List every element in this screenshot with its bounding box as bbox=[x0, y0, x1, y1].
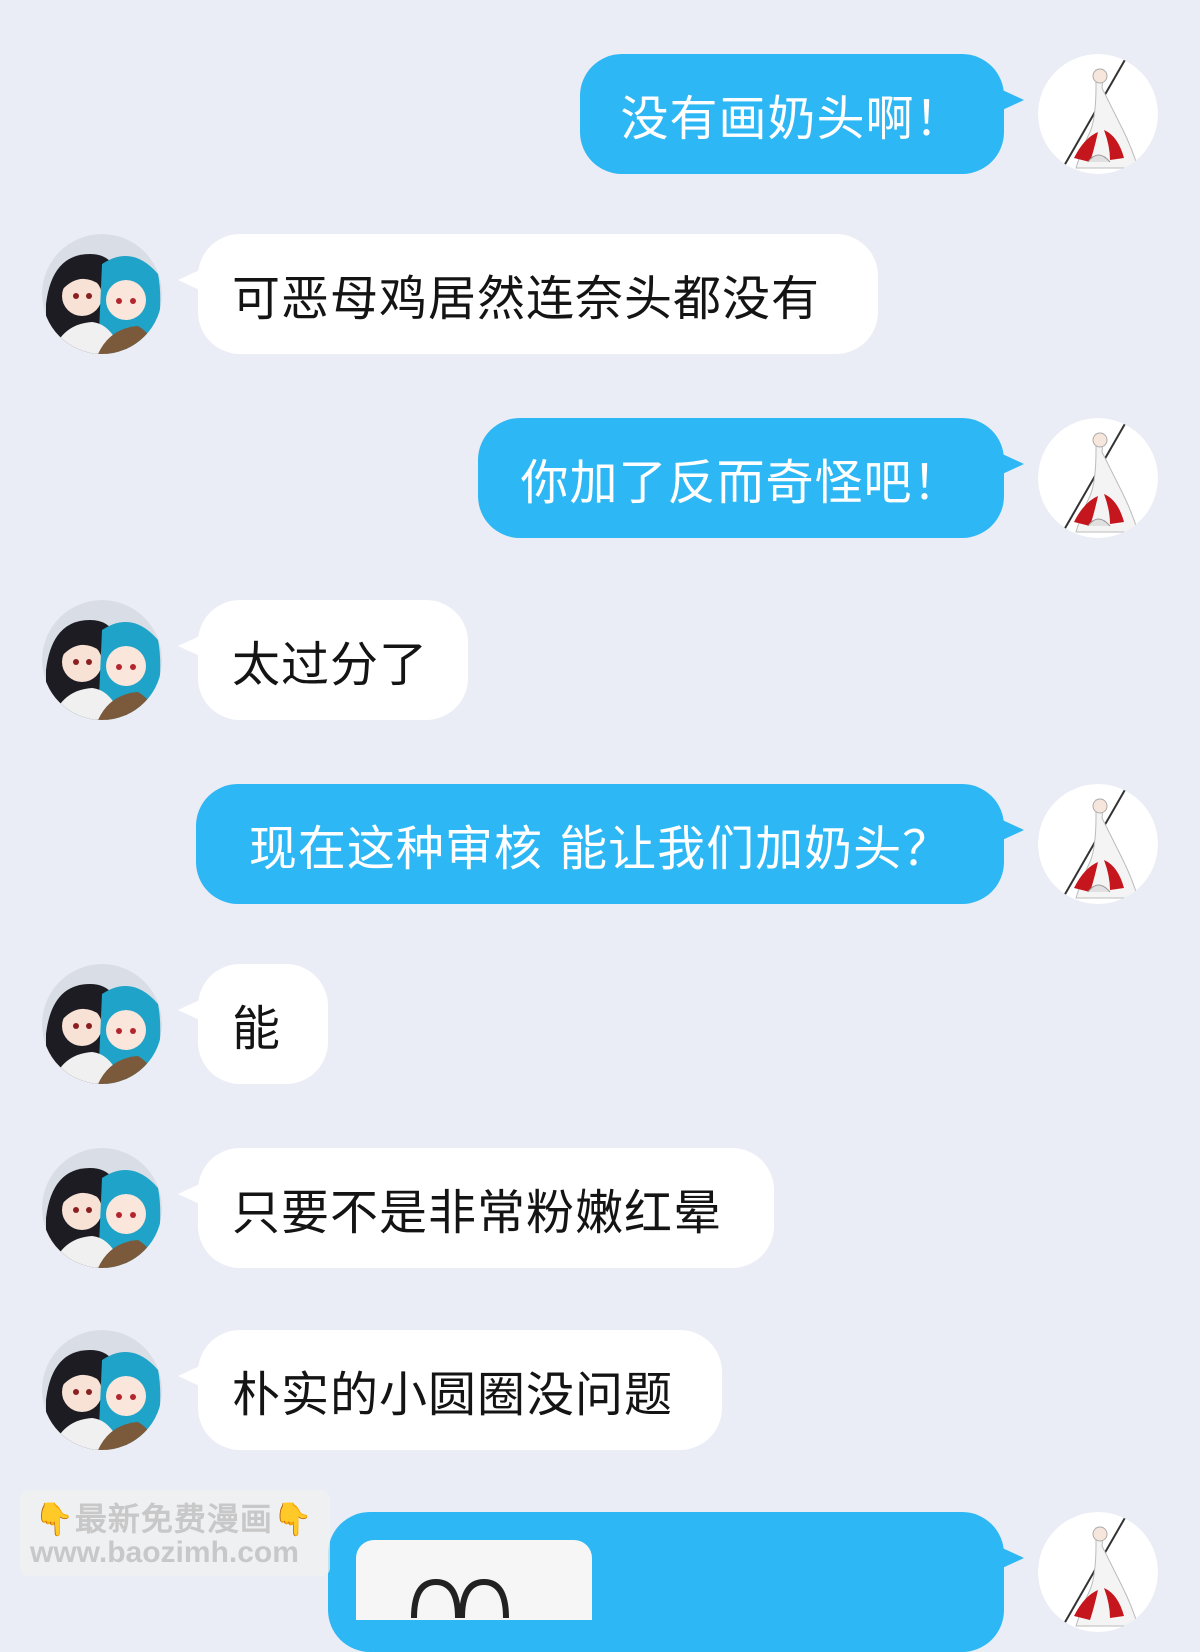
contact-avatar[interactable] bbox=[42, 1148, 162, 1268]
message-text: 朴实的小圆圈没问题 bbox=[232, 1367, 674, 1423]
outgoing-message-bubble[interactable]: 没有画奶头啊！ bbox=[580, 54, 1024, 174]
self-avatar[interactable] bbox=[1038, 784, 1158, 904]
message-text: 只要不是非常粉嫩红晕 bbox=[232, 1185, 723, 1241]
contact-avatar[interactable] bbox=[42, 600, 162, 720]
duo-avatar-icon bbox=[42, 1330, 162, 1450]
self-avatar[interactable] bbox=[1038, 54, 1158, 174]
outgoing-message-bubble[interactable]: 你加了反而奇怪吧！ bbox=[478, 418, 1024, 538]
incoming-message-bubble[interactable]: 朴实的小圆圈没问题 bbox=[178, 1330, 722, 1450]
outgoing-message-bubble[interactable]: 现在这种审核 能让我们加奶头？ bbox=[196, 784, 1024, 904]
incoming-message-bubble[interactable]: 太过分了 bbox=[178, 600, 468, 720]
duo-avatar-icon bbox=[42, 234, 162, 354]
duo-avatar-icon bbox=[42, 600, 162, 720]
bubble-tail bbox=[178, 998, 204, 1022]
chat-conversation: 没有画奶头啊！ 可恶母鸡居然连奈头都没有 你加了反而奇怪吧！ 太过分了 现在这种… bbox=[0, 0, 1200, 1652]
pointing-down-hand-icon: 👇 bbox=[34, 1501, 75, 1537]
contact-avatar[interactable] bbox=[42, 234, 162, 354]
bubble-tail bbox=[178, 634, 204, 658]
warrior-avatar-icon bbox=[1038, 54, 1158, 174]
incoming-message-bubble[interactable]: 可恶母鸡居然连奈头都没有 bbox=[178, 234, 878, 354]
warrior-avatar-icon bbox=[1038, 418, 1158, 538]
sticker-image[interactable] bbox=[356, 1540, 592, 1620]
bubble-tail bbox=[178, 1182, 204, 1206]
sticker-face-icon bbox=[411, 1578, 509, 1619]
message-text: 没有画奶头啊！ bbox=[620, 91, 964, 147]
bubble-tail bbox=[998, 818, 1024, 842]
message-text: 能 bbox=[232, 1001, 282, 1057]
contact-avatar[interactable] bbox=[42, 964, 162, 1084]
incoming-message-bubble[interactable]: 只要不是非常粉嫩红晕 bbox=[178, 1148, 774, 1268]
bubble-tail bbox=[998, 1546, 1024, 1570]
site-watermark[interactable]: 👇最新免费漫画👇 www.baozimh.com bbox=[20, 1490, 330, 1576]
incoming-message-bubble[interactable]: 能 bbox=[178, 964, 328, 1084]
duo-avatar-icon bbox=[42, 964, 162, 1084]
bubble-tail bbox=[998, 452, 1024, 476]
warrior-avatar-icon bbox=[1038, 1512, 1158, 1632]
message-text: 太过分了 bbox=[232, 637, 429, 693]
message-text: 你加了反而奇怪吧！ bbox=[520, 455, 962, 511]
duo-avatar-icon bbox=[42, 1148, 162, 1268]
message-text: 现在这种审核 能让我们加奶头？ bbox=[248, 821, 952, 877]
message-text: 可恶母鸡居然连奈头都没有 bbox=[232, 271, 821, 327]
contact-avatar[interactable] bbox=[42, 1330, 162, 1450]
self-avatar[interactable] bbox=[1038, 1512, 1158, 1632]
bubble-tail bbox=[178, 268, 204, 292]
watermark-title: 👇最新免费漫画👇 bbox=[34, 1494, 314, 1540]
bubble-tail bbox=[178, 1364, 204, 1388]
watermark-url: www.baozimh.com bbox=[30, 1536, 299, 1569]
warrior-avatar-icon bbox=[1038, 784, 1158, 904]
watermark-title-text: 最新免费漫画 bbox=[74, 1501, 273, 1537]
bubble-tail bbox=[998, 88, 1024, 112]
pointing-down-hand-icon: 👇 bbox=[272, 1501, 314, 1537]
self-avatar[interactable] bbox=[1038, 418, 1158, 538]
